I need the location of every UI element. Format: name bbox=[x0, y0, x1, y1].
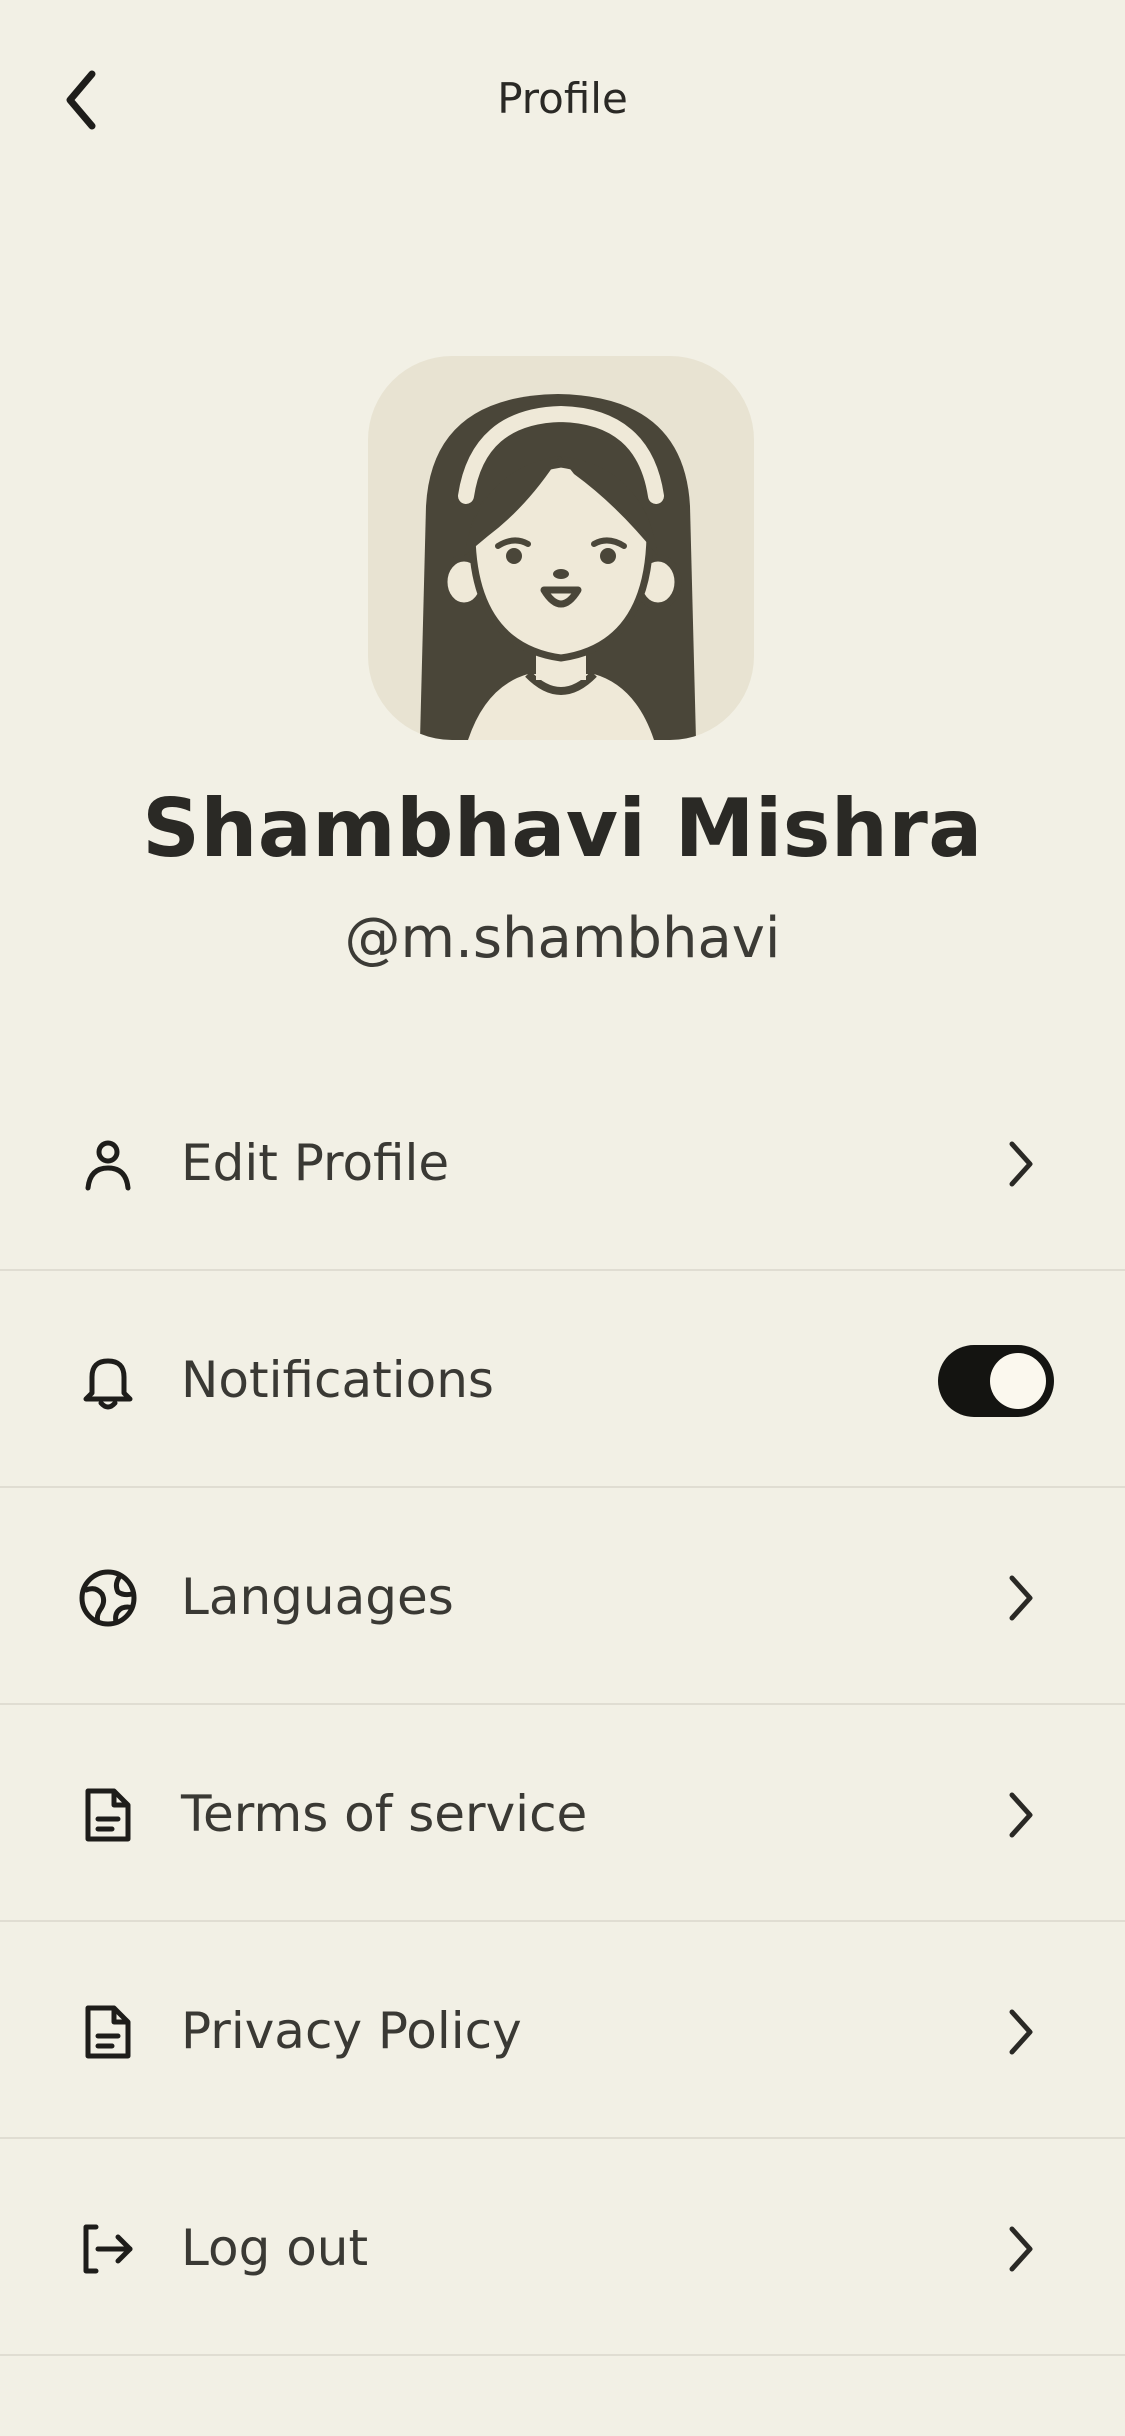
menu-item-privacy-policy[interactable]: Privacy Policy bbox=[0, 1922, 1125, 2139]
document-icon bbox=[85, 1788, 131, 1842]
menu-item-terms-of-service[interactable]: Terms of service bbox=[0, 1705, 1125, 1922]
notifications-toggle[interactable] bbox=[938, 1345, 1054, 1417]
menu-item-log-out[interactable]: Log out bbox=[0, 2139, 1125, 2356]
menu-item-label: Privacy Policy bbox=[181, 2002, 522, 2060]
person-icon bbox=[85, 1140, 131, 1191]
menu-item-notifications[interactable]: Notifications bbox=[0, 1271, 1125, 1488]
avatar bbox=[368, 356, 754, 740]
settings-menu: Edit Profile Notifications Languages Ter… bbox=[0, 1054, 1125, 2356]
avatar-illustration bbox=[420, 394, 696, 740]
menu-item-label: Log out bbox=[181, 2219, 369, 2277]
chevron-right-icon bbox=[1009, 2009, 1033, 2055]
chevron-right-icon bbox=[1009, 2226, 1033, 2272]
user-name: Shambhavi Mishra bbox=[142, 782, 983, 875]
menu-item-label: Edit Profile bbox=[181, 1134, 450, 1192]
chevron-right-icon bbox=[1009, 1792, 1033, 1838]
menu-item-label: Languages bbox=[181, 1568, 454, 1626]
chevron-right-icon bbox=[1009, 1575, 1033, 1621]
globe-icon bbox=[79, 1569, 137, 1627]
bell-icon bbox=[83, 1358, 133, 1410]
menu-item-label: Terms of service bbox=[181, 1785, 588, 1843]
chevron-right-icon bbox=[1009, 1141, 1033, 1187]
logout-icon bbox=[83, 2224, 133, 2274]
menu-item-label: Notifications bbox=[181, 1351, 494, 1409]
document-icon bbox=[85, 2005, 131, 2059]
toggle-knob bbox=[990, 1353, 1046, 1409]
menu-item-languages[interactable]: Languages bbox=[0, 1488, 1125, 1705]
menu-item-edit-profile[interactable]: Edit Profile bbox=[0, 1054, 1125, 1271]
user-handle: @m.shambhavi bbox=[344, 906, 781, 971]
header-bar: Profile bbox=[0, 0, 1125, 200]
page-title: Profile bbox=[497, 74, 628, 123]
